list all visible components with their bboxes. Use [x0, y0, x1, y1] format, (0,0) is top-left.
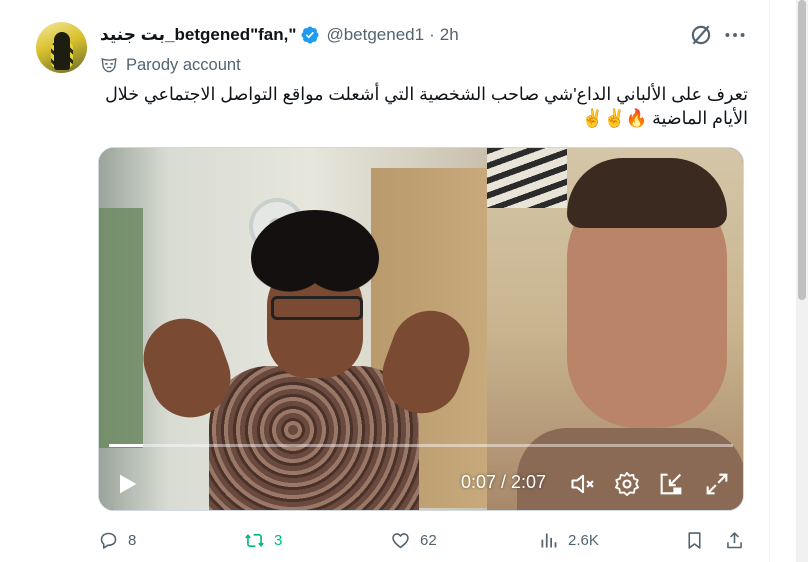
share-icon: [727, 531, 742, 548]
glasses: [271, 296, 363, 320]
window-blind: [487, 148, 567, 208]
scrollbar-thumb[interactable]: [798, 0, 806, 300]
avatar-figure-dark: [54, 32, 70, 70]
grok-icon[interactable]: [688, 22, 714, 48]
separator-dot: ·: [429, 25, 435, 44]
heart-icon: [392, 532, 409, 548]
person-right-hair: [567, 158, 727, 228]
wall-decoration: [99, 208, 143, 448]
repost-icon: [245, 533, 264, 547]
tweet-header: بت جنيد_betgened"fan," @betgened1 · 2h: [100, 22, 459, 48]
video-progress-fill: [109, 444, 144, 447]
video-frame-left: [99, 148, 487, 510]
reply-icon: [100, 532, 117, 549]
like-count: 62: [420, 531, 437, 549]
parody-label-row: Parody account: [100, 54, 241, 76]
page-scrollbar[interactable]: [796, 0, 808, 562]
play-icon[interactable]: [113, 470, 141, 498]
reply-button[interactable]: 8: [98, 527, 136, 553]
bookmark-button[interactable]: [684, 527, 714, 553]
verified-badge-icon: [301, 26, 319, 44]
reply-count: 8: [128, 531, 137, 549]
analytics-icon: [541, 533, 557, 547]
display-name[interactable]: بت جنيد_betgened"fan,": [100, 25, 296, 45]
avatar[interactable]: [36, 22, 87, 73]
person-left-hair: [251, 210, 379, 306]
settings-gear-icon[interactable]: [613, 470, 641, 498]
tweet-text: تعرف على الألباني الداع'شي صاحب الشخصية …: [105, 84, 748, 128]
view-count: 2.6K: [568, 531, 599, 549]
mask-icon: [101, 57, 117, 73]
parody-label: Parody account: [126, 55, 241, 74]
like-button[interactable]: 62: [390, 527, 437, 553]
timestamp[interactable]: 2h: [440, 25, 459, 45]
picture-in-picture-icon[interactable]: [657, 470, 685, 498]
repost-button[interactable]: 3: [244, 527, 282, 553]
more-options-icon[interactable]: [722, 22, 748, 48]
video-timecode: 0:07 / 2:07: [461, 472, 547, 492]
video-player[interactable]: 0:07 / 2:07: [98, 147, 744, 511]
video-progress-bar[interactable]: [109, 444, 733, 447]
repost-count: 3: [274, 531, 283, 549]
handle[interactable]: @betgened1: [326, 25, 424, 45]
video-frame-right: [487, 148, 743, 510]
views-button[interactable]: 2.6K: [538, 527, 599, 553]
tweet-card[interactable]: بت جنيد_betgened"fan," @betgened1 · 2h P…: [0, 0, 770, 562]
tweet-actions: 8 3 62 2.6K: [98, 527, 748, 553]
share-button[interactable]: [724, 527, 754, 553]
muted-speaker-icon[interactable]: [569, 470, 597, 498]
bookmark-icon: [688, 531, 701, 549]
fullscreen-icon[interactable]: [703, 470, 731, 498]
